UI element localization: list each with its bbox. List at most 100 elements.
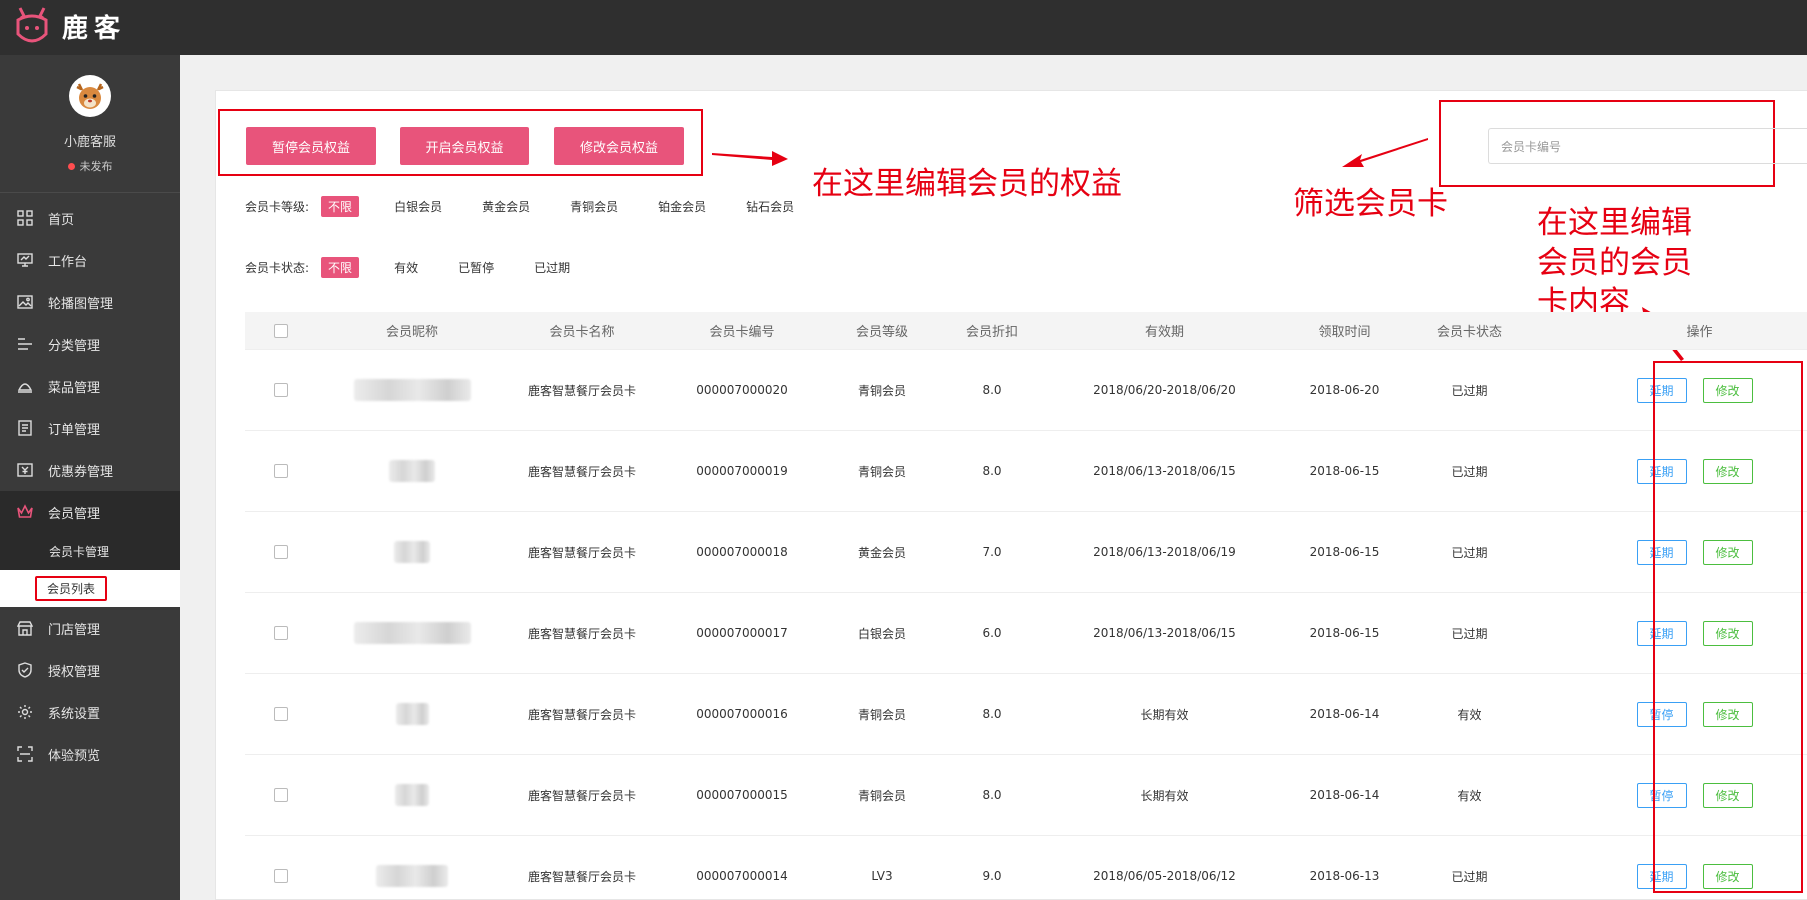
card-number-search-input[interactable]: 会员卡编号 <box>1488 128 1807 164</box>
sidebar-item-preview[interactable]: 体验预览 <box>0 733 180 775</box>
status-dot-icon <box>67 162 75 170</box>
brand-name: 鹿客 <box>62 13 127 44</box>
cell-received: 2018-06-13 <box>1309 869 1380 883</box>
level-option-any[interactable]: 不限 <box>321 196 360 217</box>
cell-card-name: 鹿客智慧餐厅会员卡 <box>527 383 636 398</box>
cell-status: 已过期 <box>1451 545 1488 560</box>
avatar[interactable] <box>69 75 111 117</box>
publish-status: 未发布 <box>0 158 180 174</box>
cell-level: LV3 <box>871 869 893 883</box>
top-bar: 鹿客 <box>0 0 1807 55</box>
open-rights-button[interactable]: 开启会员权益 <box>400 127 529 165</box>
level-filter-label: 会员卡等级: <box>245 200 310 214</box>
sidebar-item-authorization[interactable]: 授权管理 <box>0 649 180 691</box>
sidebar-item-dishes[interactable]: 菜品管理 <box>0 365 180 407</box>
row-checkbox[interactable] <box>274 788 288 802</box>
status-option-expired[interactable]: 已过期 <box>527 257 577 278</box>
pause-rights-button[interactable]: 暂停会员权益 <box>246 127 376 165</box>
cell-card-no: 000007000017 <box>696 626 788 640</box>
cell-discount: 8.0 <box>982 383 1002 397</box>
document-icon <box>16 419 34 437</box>
sidebar-item-coupons[interactable]: 优惠券管理 <box>0 449 180 491</box>
sidebar-item-stores[interactable]: 门店管理 <box>0 607 180 649</box>
sidebar-subitem-label: 会员列表 <box>35 576 108 601</box>
cell-status: 有效 <box>1457 707 1482 722</box>
row-checkbox[interactable] <box>274 626 288 640</box>
cell-validity: 长期有效 <box>1140 707 1189 722</box>
brand-logo[interactable]: 鹿客 <box>12 4 126 48</box>
sidebar-item-home[interactable]: 首页 <box>0 197 180 239</box>
coupon-icon <box>16 461 34 479</box>
column-header: 领取时间 <box>1318 325 1371 340</box>
cell-card-no: 000007000016 <box>696 707 788 721</box>
level-option-diamond[interactable]: 钻石会员 <box>739 196 801 217</box>
grid-icon <box>16 209 34 227</box>
status-option-any[interactable]: 不限 <box>321 257 360 278</box>
row-checkbox[interactable] <box>274 545 288 559</box>
arrow-left-icon <box>1342 138 1428 167</box>
sidebar-item-label: 菜品管理 <box>48 380 101 396</box>
profile-name: 小鹿客服 <box>63 135 116 150</box>
select-all-checkbox[interactable] <box>274 323 288 338</box>
column-header: 会员等级 <box>855 325 908 340</box>
sidebar-subitem-member-list[interactable]: 会员列表 <box>0 570 180 607</box>
cell-level: 青铜会员 <box>857 707 906 722</box>
sidebar-item-orders[interactable]: 订单管理 <box>0 407 180 449</box>
sidebar-item-settings[interactable]: 系统设置 <box>0 691 180 733</box>
image-icon <box>16 293 34 311</box>
sidebar-item-category[interactable]: 分类管理 <box>0 323 180 365</box>
cell-card-name: 鹿客智慧餐厅会员卡 <box>527 545 636 560</box>
deer-avatar-icon <box>76 83 104 109</box>
sidebar-subitem-card-management[interactable]: 会员卡管理 <box>0 533 180 570</box>
level-option-bronze[interactable]: 青铜会员 <box>563 196 625 217</box>
cell-card-no: 000007000014 <box>696 869 788 883</box>
cell-discount: 8.0 <box>982 464 1002 478</box>
sidebar-nav: 首页 工作台 轮播图管理 分类管理 菜品管理 订单管理 优惠券管理 会员管理 会… <box>0 193 180 775</box>
column-header: 会员昵称 <box>385 325 438 340</box>
blurred-nickname <box>395 703 429 725</box>
blurred-nickname <box>394 541 430 563</box>
sidebar-item-members[interactable]: 会员管理 <box>0 491 180 533</box>
level-filter: 会员卡等级: 不限 白银会员 黄金会员 青铜会员 铂金会员 钻石会员 <box>245 196 827 217</box>
cell-level: 青铜会员 <box>857 788 906 803</box>
column-header: 会员卡名称 <box>549 325 615 340</box>
blurred-nickname <box>353 622 471 644</box>
row-checkbox[interactable] <box>274 383 288 397</box>
table-row: 鹿客智慧餐厅会员卡 000007000018 黄金会员 7.0 2018/06/13-2… <box>245 512 1807 593</box>
sidebar-item-label: 系统设置 <box>48 706 101 722</box>
publish-status-text: 未发布 <box>79 160 113 173</box>
blurred-nickname <box>389 460 435 482</box>
cell-level: 白银会员 <box>857 626 906 641</box>
status-option-valid[interactable]: 有效 <box>387 257 425 278</box>
cell-status: 有效 <box>1457 788 1482 803</box>
cell-validity: 2018/06/13-2018/06/15 <box>1093 626 1236 640</box>
level-option-gold[interactable]: 黄金会员 <box>475 196 537 217</box>
list-icon <box>16 335 34 353</box>
shield-icon <box>16 661 34 679</box>
cell-discount: 9.0 <box>982 869 1002 883</box>
store-icon <box>16 619 34 637</box>
cell-validity: 2018/06/05-2018/06/12 <box>1093 869 1236 883</box>
sidebar-item-label: 首页 <box>48 212 75 228</box>
column-header: 会员卡编号 <box>709 325 775 340</box>
table-body: 鹿客智慧餐厅会员卡 000007000020 青铜会员 8.0 2018/06/20-2… <box>245 350 1807 900</box>
edit-rights-button[interactable]: 修改会员权益 <box>554 127 684 165</box>
sidebar-subitem-label: 会员卡管理 <box>49 545 110 559</box>
cell-validity: 2018/06/13-2018/06/15 <box>1093 464 1236 478</box>
cell-level: 青铜会员 <box>857 464 906 479</box>
table-row: 鹿客智慧餐厅会员卡 000007000015 青铜会员 8.0 长期有效 2018-06-… <box>245 755 1807 836</box>
table-header: 会员昵称 会员卡名称 会员卡编号 会员等级 会员折扣 有效期 领取时间 会员卡状… <box>245 312 1807 350</box>
status-option-paused[interactable]: 已暂停 <box>451 257 501 278</box>
sidebar-item-workbench[interactable]: 工作台 <box>0 239 180 281</box>
row-checkbox[interactable] <box>274 464 288 478</box>
members-submenu: 会员卡管理 会员列表 <box>0 533 180 607</box>
cell-validity: 2018/06/13-2018/06/19 <box>1093 545 1236 559</box>
cell-received: 2018-06-14 <box>1309 707 1380 721</box>
row-checkbox[interactable] <box>274 869 288 883</box>
row-checkbox[interactable] <box>274 707 288 721</box>
cell-status: 已过期 <box>1451 869 1488 884</box>
level-option-platinum[interactable]: 铂金会员 <box>651 196 713 217</box>
sidebar-item-carousel[interactable]: 轮播图管理 <box>0 281 180 323</box>
status-filter-label: 会员卡状态: <box>245 261 310 275</box>
level-option-silver[interactable]: 白银会员 <box>387 196 449 217</box>
